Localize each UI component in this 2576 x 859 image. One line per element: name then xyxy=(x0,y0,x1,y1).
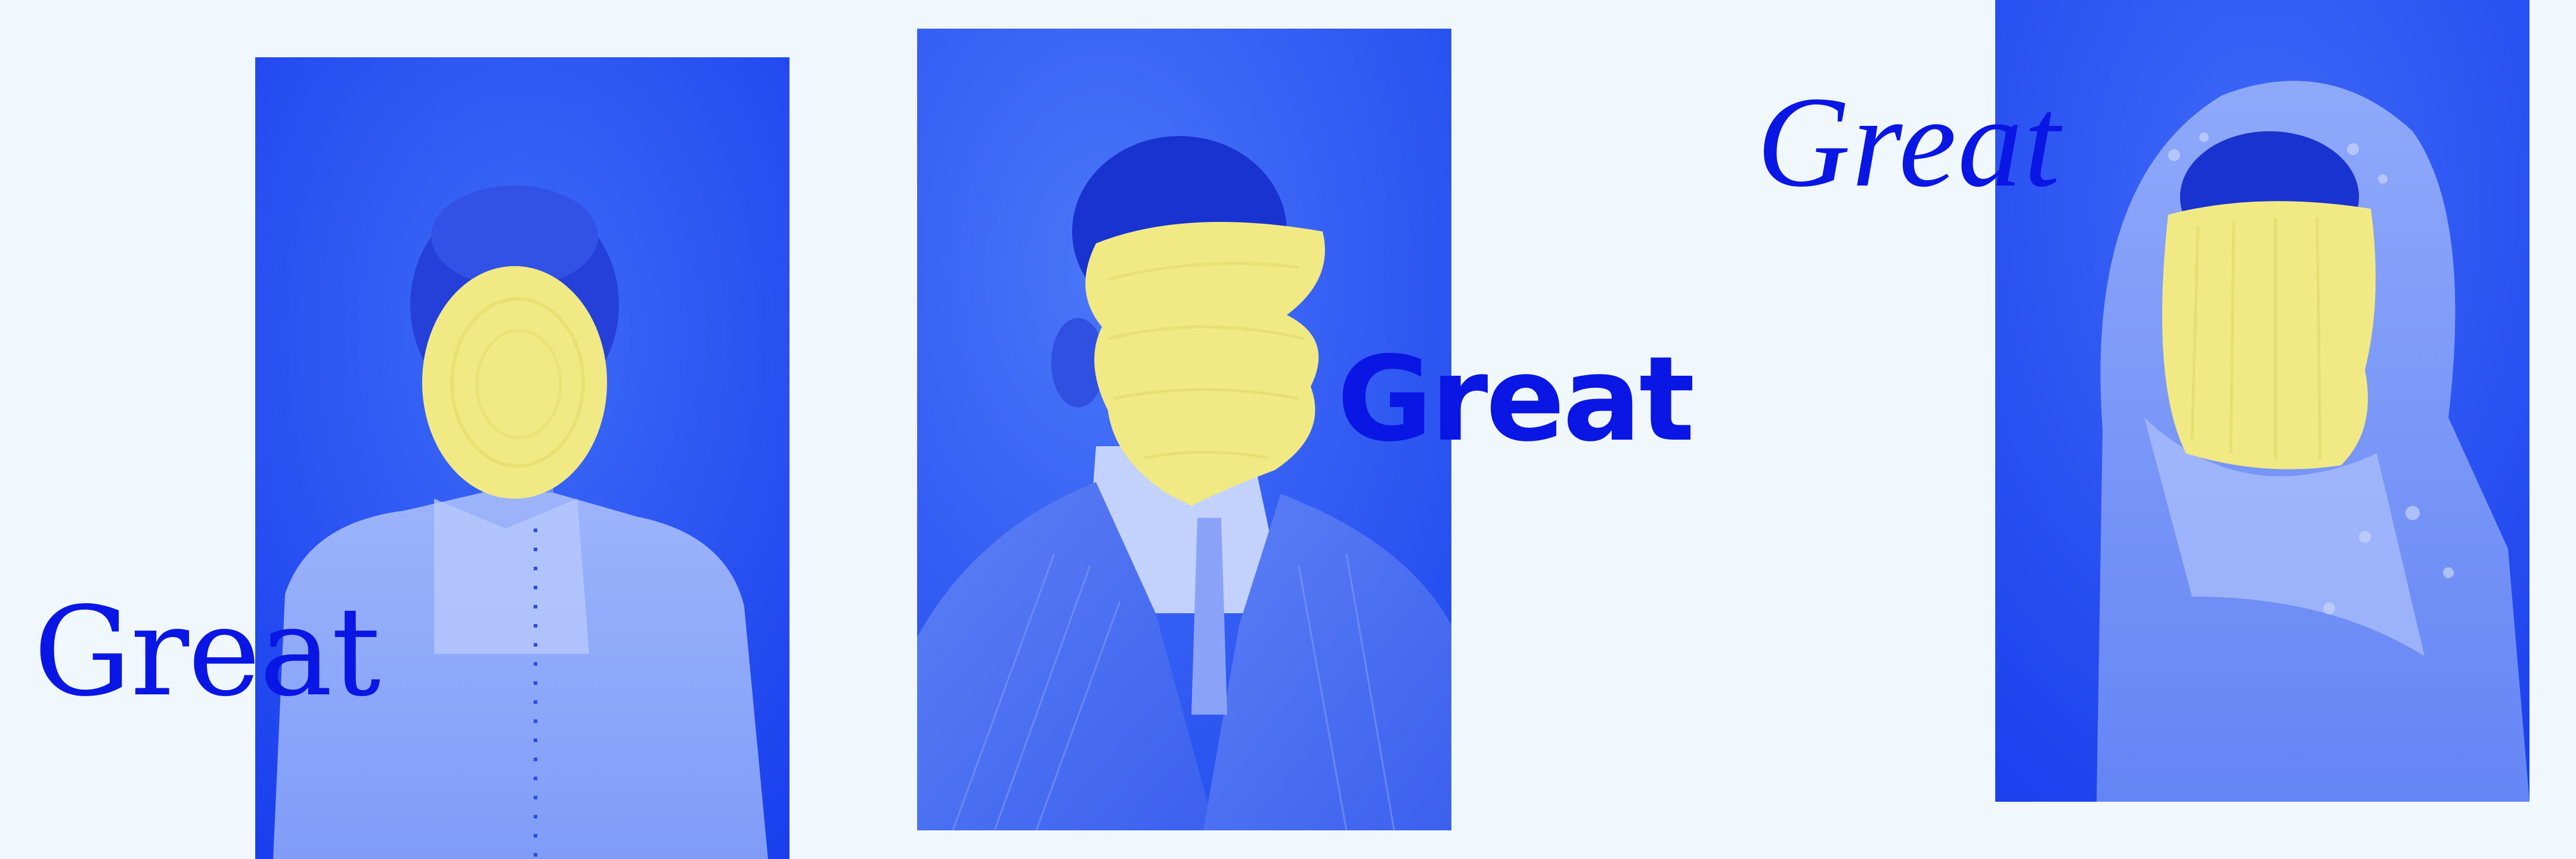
word-great-bold-sans: Great xyxy=(1337,332,1695,468)
word-great-serif: Great xyxy=(33,580,381,724)
yellow-paint-blob xyxy=(422,266,607,499)
portrait-woman-lace-blouse xyxy=(255,57,789,859)
yellow-paint-block xyxy=(2162,201,2376,469)
word-great-italic: Great xyxy=(1757,70,2061,214)
portrait-headscarf-image xyxy=(1995,0,2529,802)
portrait-woman-image xyxy=(255,57,789,859)
portrait-woman-headscarf xyxy=(1995,0,2529,802)
